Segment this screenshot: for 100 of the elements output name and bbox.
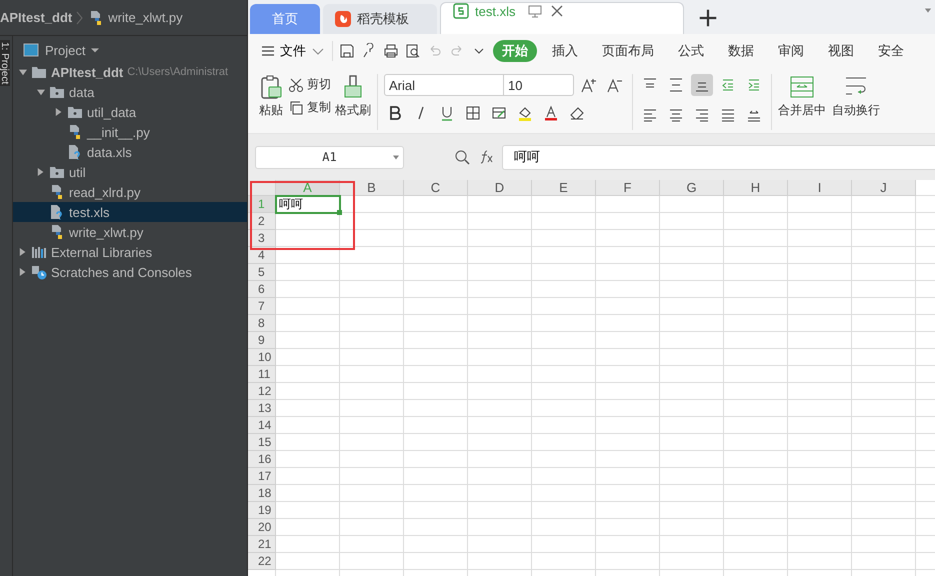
- column-header[interactable]: B: [340, 180, 404, 196]
- row-header[interactable]: 6: [248, 281, 276, 298]
- side-tab[interactable]: 1: Project: [0, 40, 10, 86]
- column-header[interactable]: J: [852, 180, 916, 196]
- column-header[interactable]: C: [404, 180, 468, 196]
- panel-title[interactable]: Project: [45, 42, 86, 58]
- clock-file-icon: [31, 264, 47, 280]
- tree-item[interactable]: util: [13, 162, 247, 182]
- row-header[interactable]: 19: [248, 502, 276, 519]
- row-header[interactable]: 17: [248, 468, 276, 485]
- align-middle-icon: [668, 77, 684, 93]
- row-header[interactable]: 13: [248, 400, 276, 417]
- tree-item[interactable]: __init__.py: [13, 122, 247, 142]
- breadcrumb-item[interactable]: APItest_ddt: [0, 10, 72, 25]
- borders-icon: [465, 105, 481, 121]
- folder-icon: [49, 84, 65, 100]
- tree-item[interactable]: data: [13, 82, 247, 102]
- plus-icon[interactable]: [697, 7, 719, 29]
- clear-icon: [569, 105, 585, 121]
- chevron-right-icon: [76, 10, 84, 24]
- tree-item[interactable]: data.xls: [13, 142, 247, 162]
- ribbon-tab[interactable]: 安全: [869, 40, 913, 62]
- row-header[interactable]: 12: [248, 383, 276, 400]
- printer-icon[interactable]: [383, 43, 399, 59]
- ribbon-tab[interactable]: 插入: [543, 40, 587, 62]
- document-tab[interactable]: test.xls: [440, 2, 684, 34]
- column-header[interactable]: G: [660, 180, 724, 196]
- column-header[interactable]: I: [788, 180, 852, 196]
- ribbon-tab[interactable]: 视图: [819, 40, 863, 62]
- breadcrumb-item[interactable]: write_xlwt.py: [108, 10, 183, 25]
- cut-button[interactable]: 剪切: [288, 76, 331, 93]
- function-icon[interactable]: [478, 149, 494, 165]
- underline-icon: [439, 105, 455, 121]
- name-box[interactable]: A1: [255, 146, 404, 168]
- caret-right-icon: [37, 167, 45, 177]
- row-header[interactable]: 15: [248, 434, 276, 451]
- ribbon-tab[interactable]: 审阅: [769, 40, 813, 62]
- row-header[interactable]: 20: [248, 519, 276, 536]
- tree-item[interactable]: test.xls: [13, 202, 247, 222]
- file-menu[interactable]: 文件: [260, 42, 326, 60]
- python-file-icon: [49, 224, 65, 240]
- align-center-icon: [668, 107, 684, 123]
- decrease-font-icon: [607, 77, 623, 93]
- merge-center-button[interactable]: 合并居中: [778, 74, 826, 119]
- column-header[interactable]: E: [532, 180, 596, 196]
- document-tab[interactable]: 稻壳模板: [323, 4, 437, 34]
- folder-icon: [31, 64, 47, 80]
- ribbon-tab[interactable]: 页面布局: [593, 40, 663, 62]
- row-header[interactable]: 7: [248, 298, 276, 315]
- tree-item[interactable]: write_xlwt.py: [13, 222, 247, 242]
- row-header[interactable]: 16: [248, 451, 276, 468]
- align-justify-icon: [720, 107, 736, 123]
- monitor-icon: [527, 3, 544, 19]
- ribbon-tab[interactable]: 数据: [719, 40, 763, 62]
- row-header[interactable]: 18: [248, 485, 276, 502]
- tree-item[interactable]: Scratches and Consoles: [13, 262, 247, 282]
- python-file-icon: [49, 184, 65, 200]
- row-header[interactable]: 22: [248, 553, 276, 570]
- tree-item[interactable]: read_xlrd.py: [13, 182, 247, 202]
- wrap-text-button[interactable]: 自动换行: [832, 74, 880, 119]
- copy-button[interactable]: 复制: [288, 99, 331, 116]
- tree-item[interactable]: util_data: [13, 102, 247, 122]
- format-painter-button[interactable]: 格式刷: [335, 74, 371, 130]
- fill-color-icon: [517, 105, 533, 121]
- folder-icon: [67, 104, 83, 120]
- preview-icon[interactable]: [405, 43, 421, 59]
- row-header[interactable]: 3: [248, 230, 276, 247]
- column-header[interactable]: H: [724, 180, 788, 196]
- scissors-icon: [288, 76, 304, 92]
- increase-font-icon: [581, 77, 597, 93]
- column-header[interactable]: D: [468, 180, 532, 196]
- window-icon: [23, 42, 39, 58]
- flame-icon: [335, 11, 351, 27]
- paste-button[interactable]: 粘贴: [258, 74, 284, 130]
- row-header[interactable]: 21: [248, 536, 276, 553]
- tree-item[interactable]: External Libraries: [13, 242, 247, 262]
- ribbon-tab[interactable]: 开始: [493, 40, 537, 62]
- ribbon-tab[interactable]: 公式: [669, 40, 713, 62]
- caret-down-icon: [393, 154, 399, 160]
- row-header[interactable]: 8: [248, 315, 276, 332]
- merge-cells-icon: [789, 74, 815, 100]
- folder-icon: [49, 164, 65, 180]
- align-right-icon: [694, 107, 710, 123]
- question-file-icon: [67, 144, 83, 160]
- save-icon[interactable]: [339, 43, 355, 59]
- column-header[interactable]: F: [596, 180, 660, 196]
- row-header[interactable]: 14: [248, 417, 276, 434]
- copy-icon: [288, 100, 304, 116]
- row-header[interactable]: 11: [248, 366, 276, 383]
- align-indent-icon: [746, 77, 762, 93]
- formula-input[interactable]: 呵呵: [502, 144, 935, 170]
- font-name-dropdown[interactable]: Arial: [384, 74, 504, 96]
- row-header[interactable]: 2: [248, 213, 276, 230]
- row-header[interactable]: 9: [248, 332, 276, 349]
- zoom-icon[interactable]: [454, 149, 470, 165]
- align-bottom-button[interactable]: [691, 74, 713, 96]
- tree-item[interactable]: APItest_ddt C:\Users\Administrat: [13, 62, 247, 82]
- table-cell[interactable]: 呵呵: [276, 196, 340, 213]
- row-header[interactable]: 10: [248, 349, 276, 366]
- row-header[interactable]: 5: [248, 264, 276, 281]
